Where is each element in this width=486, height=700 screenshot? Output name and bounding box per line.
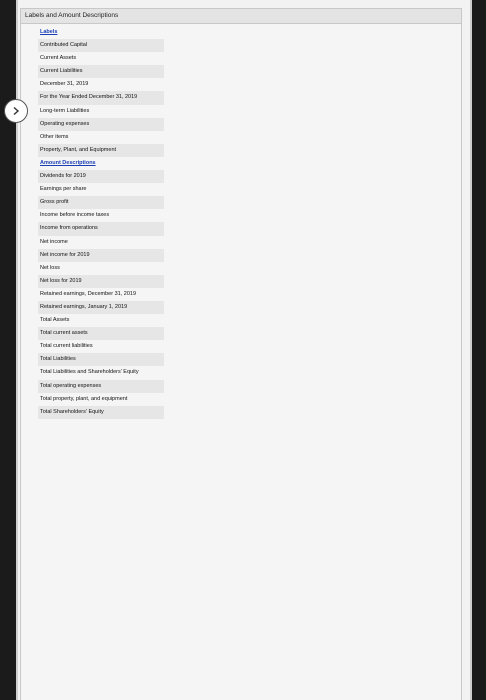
amount-item: Gross profit (38, 196, 164, 210)
amount-item: Total Liabilities (38, 353, 164, 367)
amount-item: Net loss for 2019 (38, 274, 164, 288)
label-item: Other items (40, 133, 69, 140)
amount-item: Retained earnings, January 1, 2019 (38, 300, 164, 315)
amount-item: Retained earnings, December 31, 2019 (40, 290, 137, 297)
amount-item: Total property, plant, and equipment (40, 395, 128, 402)
amount-item: Earnings per share (40, 186, 87, 193)
label-item: Operating expenses (38, 117, 164, 131)
amount-item: Total current assets (38, 327, 164, 341)
label-item: December 31, 2019 (40, 81, 89, 88)
amount-item: Net income (40, 238, 68, 245)
amount-item: Total Shareholders' Equity (38, 405, 164, 419)
label-item: Property, Plant, and Equipment (38, 143, 164, 157)
labels-heading: Labels (40, 29, 58, 35)
amount-item: Total Liabilities and Shareholders' Equi… (40, 369, 139, 376)
right-border (470, 0, 472, 700)
amounts-heading: Amount Descriptions (40, 159, 96, 166)
amount-item: Income before income taxes (40, 212, 110, 219)
amount-item: Net loss (40, 264, 60, 271)
right-margin (470, 0, 486, 700)
label-item: For the Year Ended December 31, 2019 (38, 91, 164, 105)
label-item: Long-term Liabilities (40, 107, 90, 114)
panel-title: Labels and Amount Descriptions (21, 9, 461, 24)
chevron-right-icon (13, 106, 20, 116)
amount-item: Dividends for 2019 (38, 170, 164, 184)
amount-item: Total operating expenses (38, 379, 164, 393)
amount-item: Total Assets (40, 317, 70, 324)
next-nav-button[interactable] (4, 99, 28, 123)
label-item: Current Liabilities (38, 65, 164, 79)
amount-item: Income from operations (38, 222, 164, 236)
amount-item: Total current liabilities (40, 343, 93, 350)
label-item: Current Assets (40, 55, 77, 62)
amount-item: Net income for 2019 (38, 248, 164, 262)
labels-list: Labels Contributed Capital Current Asset… (38, 26, 164, 419)
label-item: Contributed Capital (38, 39, 164, 53)
